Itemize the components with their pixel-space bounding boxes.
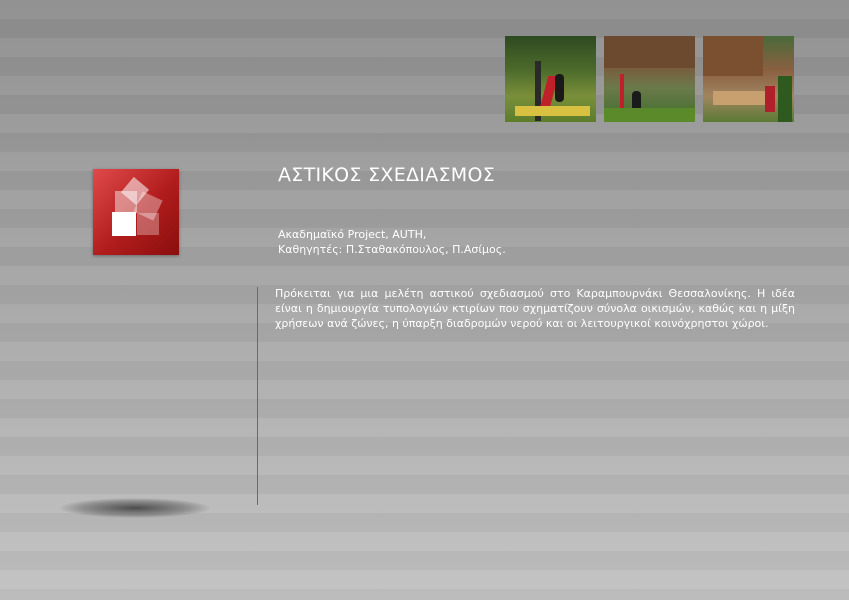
page-title: ΑΣΤΙΚΟΣ ΣΧΕΔΙΑΣΜΟΣ [278, 164, 496, 186]
project-logo-icon [93, 169, 179, 255]
thumbnail-gallery [505, 36, 794, 122]
render-image-playground[interactable] [505, 36, 596, 122]
divider-line [257, 287, 258, 505]
drop-shadow [60, 498, 210, 518]
render-image-courtyard[interactable] [604, 36, 695, 122]
project-description: Πρόκειται για μια μελέτη αστικού σχεδιασ… [275, 287, 795, 330]
subtitle-professors: Καθηγητές: Π.Σταθακόπουλος, Π.Ασίμος. [278, 243, 506, 256]
render-image-pavilion[interactable] [703, 36, 794, 122]
subtitle-academic: Ακαδημαϊκό Project, AUTH, [278, 228, 427, 241]
project-subtitle: Ακαδημαϊκό Project, AUTH, Καθηγητές: Π.Σ… [278, 227, 506, 257]
